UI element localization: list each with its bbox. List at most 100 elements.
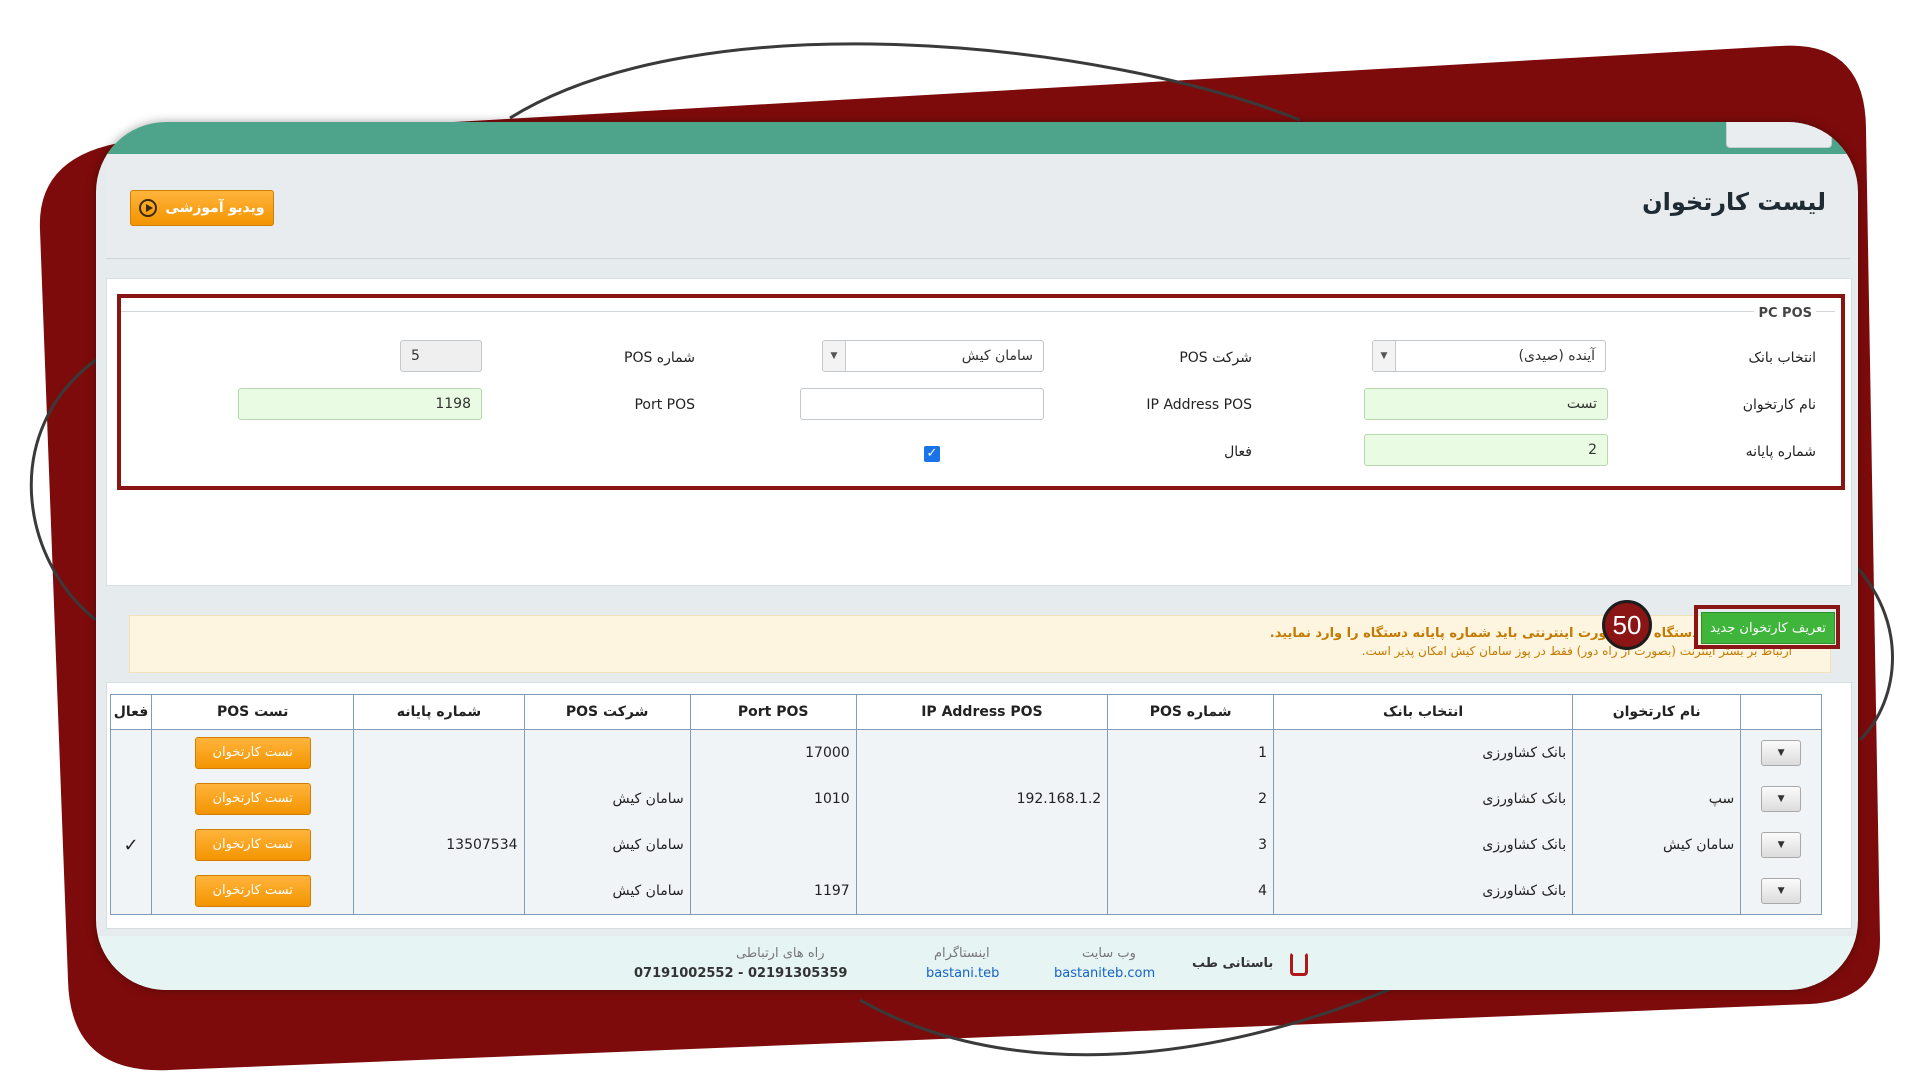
test-pos-button[interactable]: تست کارتخوان [194, 875, 311, 907]
table-row: ▼ بانک کشاورزی 1 17000 تست کارتخوان [109, 729, 1822, 776]
table-row: ▼ بانک کشاورزی 4 1197 سامان کیش تست کارت… [109, 868, 1822, 915]
bank-select[interactable]: آینده (صیدی) ▼ [1372, 340, 1606, 372]
website-link[interactable]: bastaniteb.com [1054, 966, 1155, 981]
cell-name: سامان کیش [1572, 822, 1742, 868]
bank-select-value: آینده (صیدی) [1518, 348, 1596, 364]
cell-active [109, 868, 153, 915]
chevron-down-icon[interactable]: ▼ [1761, 878, 1802, 904]
active-checkbox[interactable]: ✓ [924, 446, 940, 462]
col-header-terminal[interactable]: شماره پایانه [353, 694, 525, 730]
chevron-down-icon: ▼ [823, 341, 846, 371]
cell-terminal [353, 776, 525, 822]
cell-active [109, 776, 153, 822]
col-header-actions [1740, 694, 1822, 730]
row-menu-cell: ▼ [1740, 868, 1822, 915]
cell-port: 1010 [689, 776, 857, 822]
row-menu-cell: ▼ [1740, 822, 1822, 868]
cell-name: سپ [1572, 776, 1742, 822]
cell-test: تست کارتخوان [151, 822, 355, 868]
posnum-input[interactable]: 5 [400, 340, 482, 372]
new-pos-button[interactable]: تعریف کارتخوان جدید [1701, 612, 1835, 644]
cell-test: تست کارتخوان [151, 729, 355, 776]
chevron-down-icon: ▼ [1373, 341, 1396, 371]
cell-terminal: 13507534 [353, 822, 525, 868]
step-badge: 50 [1602, 600, 1652, 650]
cell-company [523, 729, 691, 776]
ip-input[interactable] [800, 388, 1044, 420]
pos-form-panel: برای ارتباط با دستگاه پوز بصورت اینترنتی… [106, 278, 1852, 673]
col-header-ip[interactable]: IP Address POS [855, 694, 1109, 730]
row-menu-cell: ▼ [1740, 776, 1822, 822]
chevron-down-icon[interactable]: ▼ [1761, 786, 1802, 812]
brand-logo-icon [1290, 952, 1308, 976]
cell-port: 17000 [689, 729, 857, 776]
cell-ip [855, 868, 1109, 915]
notice-box: برای ارتباط با دستگاه پوز بصورت اینترنتی… [129, 615, 1831, 673]
port-label: Port POS [634, 397, 695, 413]
table-row: ▼ سپ بانک کشاورزی 2 192.168.1.2 1010 سام… [109, 776, 1822, 822]
website-caption: وب سایت [1082, 946, 1136, 961]
fieldset-legend: PC POS [1754, 306, 1816, 321]
chevron-down-icon[interactable]: ▼ [1761, 832, 1802, 858]
cell-name [1572, 868, 1742, 915]
test-pos-button[interactable]: تست کارتخوان [194, 783, 311, 815]
company-select[interactable]: سامان کیش ▼ [822, 340, 1044, 372]
ip-label: IP Address POS [1146, 397, 1252, 413]
col-header-company[interactable]: شرکت POS [523, 694, 691, 730]
terminal-label: شماره پایانه [1745, 444, 1816, 460]
port-input[interactable]: 1198 [238, 388, 482, 420]
col-header-name[interactable]: نام کارتخوان [1572, 694, 1742, 730]
page-header: لیست کارتخوان ویدیو آموزشی [106, 154, 1850, 259]
col-header-test[interactable]: تست POS [151, 694, 355, 730]
company-label: شرکت POS [1179, 350, 1252, 366]
cell-ip: 192.168.1.2 [855, 776, 1109, 822]
top-tab[interactable] [1726, 122, 1832, 148]
cell-ip [855, 729, 1109, 776]
cell-active: ✓ [109, 822, 153, 868]
cell-bank: بانک کشاورزی [1273, 776, 1574, 822]
cell-company: سامان کیش [523, 822, 691, 868]
cell-bank: بانک کشاورزی [1273, 822, 1574, 868]
row-menu-cell: ▼ [1740, 729, 1822, 776]
cell-port: 1197 [689, 868, 857, 915]
cell-port [689, 822, 857, 868]
cell-company: سامان کیش [523, 868, 691, 915]
col-header-port[interactable]: Port POS [689, 694, 857, 730]
cell-test: تست کارتخوان [151, 776, 355, 822]
cell-ip [855, 822, 1109, 868]
chevron-down-icon[interactable]: ▼ [1761, 740, 1802, 766]
footer: باستانی طب وب سایت bastaniteb.com اینستا… [96, 936, 1858, 990]
cell-bank: بانک کشاورزی [1273, 729, 1574, 776]
top-bar [96, 122, 1858, 154]
company-select-value: سامان کیش [961, 348, 1033, 364]
play-icon [139, 199, 158, 217]
cell-terminal [353, 868, 525, 915]
cell-posnum: 2 [1107, 776, 1275, 822]
col-header-bank[interactable]: انتخاب بانک [1273, 694, 1574, 730]
cell-name [1572, 729, 1742, 776]
col-header-active[interactable]: فعال [109, 694, 153, 730]
terminal-input[interactable]: 2 [1364, 434, 1608, 466]
video-tutorial-button[interactable]: ویدیو آموزشی [130, 190, 274, 226]
cell-posnum: 1 [1107, 729, 1275, 776]
brand-name: باستانی طب [1192, 956, 1274, 971]
cell-terminal [353, 729, 525, 776]
cell-test: تست کارتخوان [151, 868, 355, 915]
posnum-label: شماره POS [624, 350, 695, 366]
table-row: ▼ سامان کیش بانک کشاورزی 3 سامان کیش 135… [109, 822, 1822, 868]
col-header-posnum[interactable]: شماره POS [1107, 694, 1275, 730]
name-label: نام کارتخوان [1742, 397, 1816, 413]
test-pos-button[interactable]: تست کارتخوان [194, 829, 311, 861]
table-header-row: نام کارتخوان انتخاب بانک شماره POS IP Ad… [109, 694, 1822, 730]
contact-caption: راه های ارتباطی [736, 946, 825, 961]
cell-company: سامان کیش [523, 776, 691, 822]
instagram-link[interactable]: bastani.teb [926, 966, 999, 981]
test-pos-button[interactable]: تست کارتخوان [194, 737, 311, 769]
cell-posnum: 4 [1107, 868, 1275, 915]
active-label: فعال [1224, 444, 1252, 460]
cell-bank: بانک کشاورزی [1273, 868, 1574, 915]
bank-label: انتخاب بانک [1748, 350, 1816, 366]
pos-table: نام کارتخوان انتخاب بانک شماره POS IP Ad… [109, 694, 1822, 915]
name-input[interactable]: تست [1364, 388, 1608, 420]
video-button-label: ویدیو آموزشی [165, 200, 265, 216]
